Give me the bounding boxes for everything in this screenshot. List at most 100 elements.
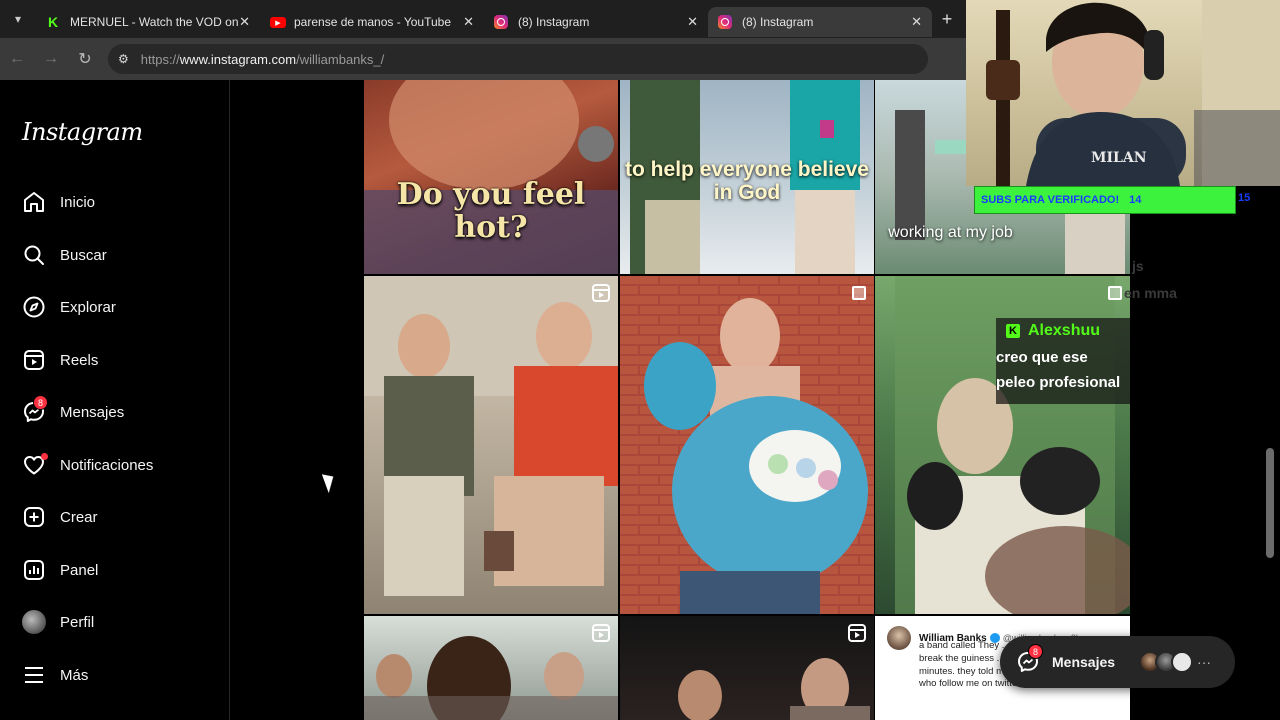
browser-tab-instagram[interactable]: (8) Instagram ✕ <box>484 7 708 37</box>
post-thumbnail <box>364 276 618 596</box>
sidebar-item-explorar[interactable]: Explorar <box>20 287 220 327</box>
sidebar-item-label: Más <box>60 666 89 684</box>
post-thumbnail <box>620 276 874 614</box>
post-caption: to help everyone believe in God <box>625 158 869 205</box>
close-icon[interactable]: ✕ <box>463 14 474 30</box>
post-tile[interactable]: Do you feel hot? <box>364 80 618 274</box>
sidebar-item-mas[interactable]: Más <box>20 655 220 695</box>
sidebar-item-perfil[interactable]: Perfil <box>20 602 220 642</box>
chat-username: Alexshuu <box>1028 322 1101 339</box>
sidebar-item-label: Mensajes <box>60 403 125 421</box>
hamburger-icon <box>20 661 48 689</box>
faded-chat-line: en mma <box>1124 285 1177 301</box>
post-thumbnail <box>678 658 870 720</box>
post-tile[interactable] <box>620 616 874 720</box>
url-host: www.instagram.com <box>179 51 297 67</box>
browser-tab-instagram-active[interactable]: (8) Instagram ✕ <box>708 7 932 37</box>
compass-icon <box>20 293 48 321</box>
screen: ▾ K MERNUEL - Watch the VOD on ✕ ▶ paren… <box>0 0 1280 720</box>
reels-icon <box>20 346 48 374</box>
tab-title: MERNUEL - Watch the VOD on <box>70 15 239 29</box>
sidebar-item-mensajes[interactable]: 8 Mensajes <box>20 392 220 432</box>
address-bar[interactable]: ⚙ https://www.instagram.com/williambanks… <box>108 44 928 74</box>
kick-icon: K <box>1006 324 1020 338</box>
carousel-icon <box>852 286 866 300</box>
post-tile[interactable]: to help everyone believe in God <box>620 80 874 274</box>
instagram-sidebar: Instagram Inicio Buscar Explorar Reels 8… <box>0 80 230 720</box>
messages-label: Mensajes <box>1052 654 1116 670</box>
instagram-icon <box>494 15 508 29</box>
close-icon[interactable]: ✕ <box>239 14 250 30</box>
new-tab-plus-icon[interactable]: + <box>932 0 962 38</box>
reel-icon <box>848 624 866 642</box>
chart-icon <box>20 556 48 584</box>
unread-badge: 8 <box>33 395 48 410</box>
heart-icon <box>20 451 48 479</box>
browser-tab-youtube[interactable]: ▶ parense de manos - YouTube ✕ <box>260 7 484 37</box>
post-tile[interactable] <box>620 276 874 614</box>
browser-toolbar: ← → ↻ ⚙ https://www.instagram.com/willia… <box>0 38 966 80</box>
instagram-icon <box>718 15 732 29</box>
sidebar-item-notificaciones[interactable]: Notificaciones <box>20 445 220 485</box>
browser-tab-bar: ▾ K MERNUEL - Watch the VOD on ✕ ▶ paren… <box>0 0 966 38</box>
avatar <box>22 610 46 634</box>
carousel-icon <box>1108 286 1122 300</box>
sidebar-item-crear[interactable]: Crear <box>20 497 220 537</box>
faded-chat-line: js <box>1132 258 1144 274</box>
subs-goal-bar: SUBS PARA VERIFICADO! 14 <box>974 186 1236 214</box>
stream-chat-message: K Alexshuu creo que ese peleo profesiona… <box>996 318 1130 404</box>
more-dots-icon[interactable]: ··· <box>1197 654 1211 670</box>
url-path: /williambanks_/ <box>296 51 385 67</box>
sidebar-item-label: Explorar <box>60 298 116 316</box>
kick-icon: K <box>47 14 59 30</box>
post-tile[interactable] <box>364 276 618 614</box>
sidebar-item-label: Buscar <box>60 246 107 264</box>
subs-goal-total: 15 <box>1238 192 1251 204</box>
tab-title: parense de manos - YouTube <box>294 15 452 29</box>
unread-badge: 8 <box>1028 644 1043 659</box>
close-icon[interactable]: ✕ <box>911 14 922 30</box>
avatar-icon <box>20 608 48 636</box>
post-thumbnail <box>364 636 618 720</box>
tab-title: (8) Instagram <box>742 15 814 29</box>
tab-title: (8) Instagram <box>518 15 590 29</box>
post-caption: working at my job <box>888 224 1013 241</box>
sidebar-item-buscar[interactable]: Buscar <box>20 235 220 275</box>
close-icon[interactable]: ✕ <box>687 14 698 30</box>
sidebar-item-label: Panel <box>60 561 99 579</box>
url-scheme: https:// <box>140 51 180 67</box>
instagram-logo[interactable]: Instagram <box>22 118 143 146</box>
reload-icon[interactable]: ↻ <box>68 38 102 80</box>
reel-icon <box>592 284 610 302</box>
post-caption: Do you feel hot? <box>396 177 586 245</box>
plus-square-icon <box>20 503 48 531</box>
avatar <box>887 626 911 650</box>
sidebar-item-label: Crear <box>60 508 98 526</box>
sidebar-item-label: Reels <box>60 351 99 369</box>
sidebar-item-label: Notificaciones <box>60 456 154 474</box>
sidebar-item-panel[interactable]: Panel <box>20 550 220 590</box>
youtube-icon: ▶ <box>270 17 286 28</box>
messenger-icon: 8 <box>20 395 48 426</box>
tab-search-chevron-icon[interactable]: ▾ <box>0 0 36 38</box>
sidebar-item-reels[interactable]: Reels <box>20 340 220 380</box>
site-settings-icon[interactable]: ⚙ <box>118 52 129 66</box>
hoodie-text: MILAN <box>1091 150 1147 166</box>
messages-floating-button[interactable]: 8 Mensajes ··· <box>1000 636 1235 688</box>
sidebar-item-label: Inicio <box>60 193 96 211</box>
sidebar-item-label: Perfil <box>60 613 95 631</box>
avatar <box>1171 651 1194 673</box>
subs-goal-label: SUBS PARA VERIFICADO! <box>981 194 1120 206</box>
forward-arrow-icon[interactable]: → <box>34 38 68 80</box>
chat-username-row: K Alexshuu <box>996 322 1130 340</box>
browser-tab-kick[interactable]: K MERNUEL - Watch the VOD on ✕ <box>36 7 260 37</box>
streamer-webcam: MILAN <box>966 0 1280 186</box>
sidebar-item-inicio[interactable]: Inicio <box>20 182 220 222</box>
page-scrollbar[interactable] <box>1266 448 1274 558</box>
recent-contacts <box>1139 651 1194 673</box>
home-icon <box>20 188 48 216</box>
post-tile[interactable] <box>364 616 618 720</box>
back-arrow-icon[interactable]: ← <box>0 38 34 80</box>
reel-icon <box>592 624 610 642</box>
subs-count: 14 <box>1129 194 1142 206</box>
